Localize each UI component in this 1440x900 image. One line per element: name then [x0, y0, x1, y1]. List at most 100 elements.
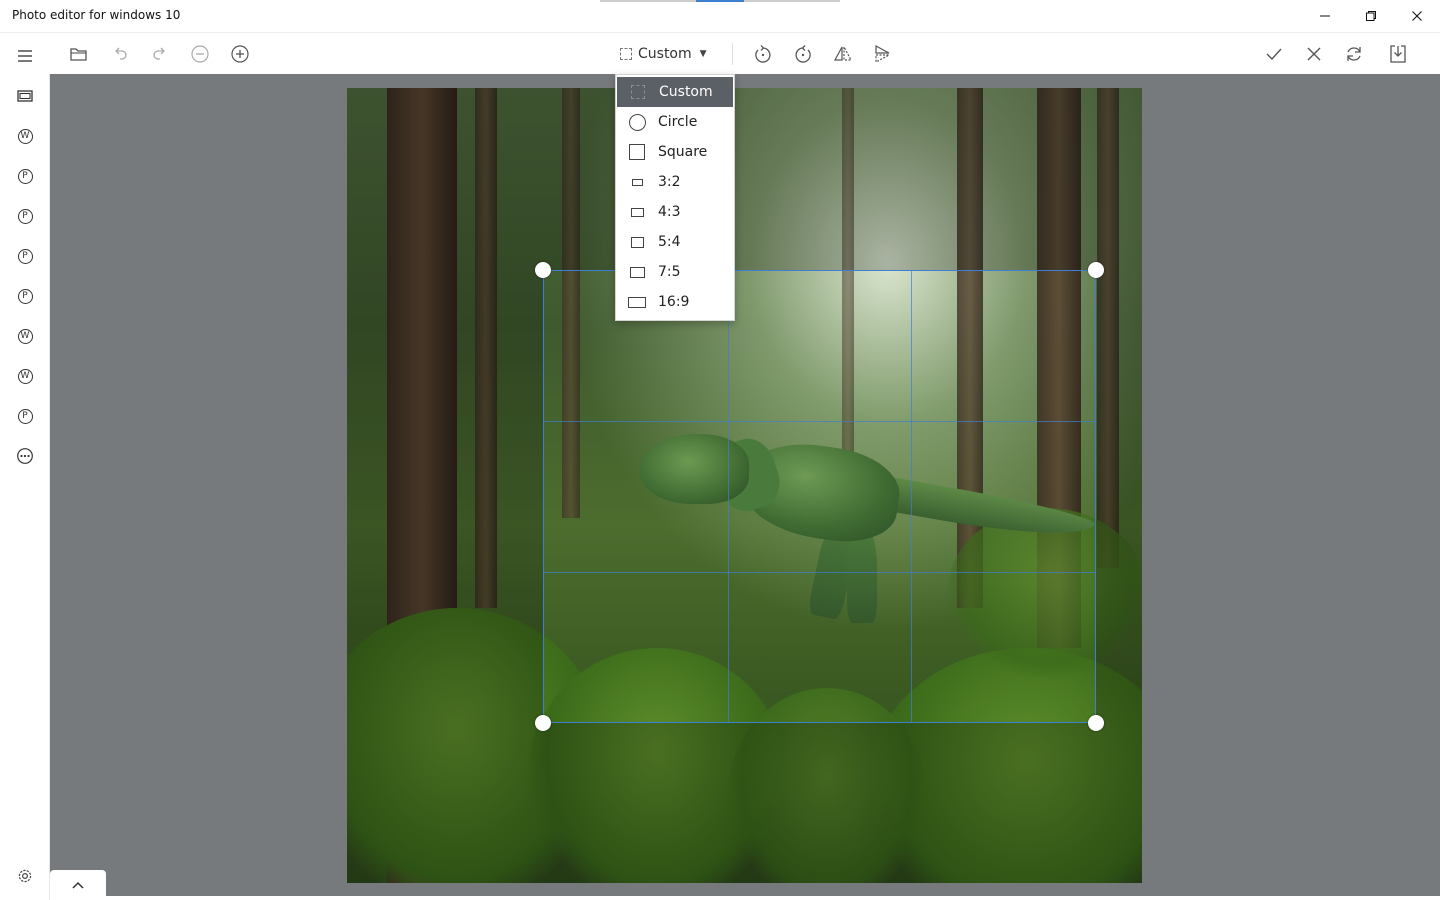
title-indicator: [744, 0, 840, 2]
crop-handle-top-right[interactable]: [1088, 262, 1104, 278]
rect-4-3-icon: [628, 203, 646, 221]
frames-button[interactable]: [13, 84, 37, 108]
restore-button[interactable]: [1348, 0, 1394, 32]
apply-check-icon: [1266, 48, 1282, 61]
rect-16-9-icon: [628, 293, 646, 311]
sidebar-item-w3[interactable]: W: [13, 364, 37, 388]
crop-grid-line: [911, 271, 913, 722]
crop-grid-line: [544, 421, 1095, 423]
close-icon: [1412, 11, 1422, 21]
rotate-right-icon: [795, 45, 811, 63]
close-window-button[interactable]: [1394, 0, 1440, 32]
ratio-option-label: 4:3: [658, 204, 681, 220]
ratio-option-7-5[interactable]: 7:5: [616, 257, 734, 287]
rotate-left-button[interactable]: [751, 42, 775, 66]
ratio-option-label: Square: [658, 144, 708, 160]
circle-p-icon: P: [17, 248, 33, 264]
dashed-square-icon: [629, 83, 647, 101]
crop-ratio-dropdown-button[interactable]: Custom ▼: [620, 43, 707, 65]
crop-ratio-menu: Custom Circle Square 3:2 4:3 5:4 7:5 16:…: [615, 74, 735, 321]
ratio-option-16-9[interactable]: 16:9: [616, 287, 734, 317]
sidebar-item-p3[interactable]: P: [13, 244, 37, 268]
crop-handle-top-left[interactable]: [535, 262, 551, 278]
circle-p-icon: P: [17, 208, 33, 224]
ratio-option-5-4[interactable]: 5:4: [616, 227, 734, 257]
crop-selection[interactable]: [543, 270, 1096, 723]
sidebar-item-w2[interactable]: W: [13, 324, 37, 348]
minimize-button[interactable]: [1302, 0, 1348, 32]
frames-icon: [17, 90, 33, 102]
save-button[interactable]: [1386, 42, 1410, 66]
cancel-button[interactable]: [1302, 42, 1326, 66]
image-canvas[interactable]: [50, 74, 1440, 896]
rotate-left-icon: [755, 45, 771, 63]
ratio-option-circle[interactable]: Circle: [616, 107, 734, 137]
flip-horizontal-button[interactable]: [831, 42, 855, 66]
rect-3-2-icon: [628, 173, 646, 191]
more-icon: [17, 448, 33, 464]
zoom-out-icon: [191, 45, 209, 63]
settings-button[interactable]: [13, 864, 37, 888]
window-title: Photo editor for windows 10: [12, 8, 181, 22]
circle-p-icon: P: [17, 288, 33, 304]
sidebar-item-p2[interactable]: P: [13, 204, 37, 228]
title-indicator-active: [696, 0, 744, 2]
restore-icon: [1366, 11, 1376, 21]
ratio-option-label: 7:5: [658, 264, 681, 280]
circle-icon: [628, 113, 646, 131]
dashed-selection-icon: [620, 48, 632, 60]
ratio-option-3-2[interactable]: 3:2: [616, 167, 734, 197]
chevron-up-icon: [72, 881, 84, 889]
zoom-out-button[interactable]: [188, 42, 212, 66]
title-indicator: [600, 0, 696, 2]
crop-dim-left: [347, 270, 543, 723]
ratio-option-custom[interactable]: Custom: [617, 77, 733, 107]
sidebar: W P P P P W W P: [0, 50, 50, 900]
settings-gear-icon: [18, 869, 32, 883]
toolbar: Custom ▼: [0, 32, 1440, 74]
ratio-option-square[interactable]: Square: [616, 137, 734, 167]
toolbar-divider: [732, 43, 733, 65]
sidebar-item-p4[interactable]: P: [13, 284, 37, 308]
rect-5-4-icon: [628, 233, 646, 251]
circle-w-icon: W: [17, 128, 33, 144]
sidebar-item-p5[interactable]: P: [13, 404, 37, 428]
crop-ratio-label: Custom: [638, 46, 692, 62]
crop-handle-bottom-right[interactable]: [1088, 715, 1104, 731]
undo-icon: [115, 47, 127, 60]
minimize-icon: [1320, 15, 1330, 17]
undo-button[interactable]: [108, 42, 132, 66]
circle-w-icon: W: [17, 328, 33, 344]
more-button[interactable]: [13, 444, 37, 468]
caret-down-icon: ▼: [699, 49, 707, 59]
bottom-strip: [50, 896, 1440, 900]
ratio-option-4-3[interactable]: 4:3: [616, 197, 734, 227]
sidebar-item-w1[interactable]: W: [13, 124, 37, 148]
sidebar-item-p1[interactable]: P: [13, 164, 37, 188]
zoom-in-button[interactable]: [228, 42, 252, 66]
redo-button[interactable]: [148, 42, 172, 66]
rect-7-5-icon: [628, 263, 646, 281]
open-file-button[interactable]: [67, 42, 91, 66]
apply-button[interactable]: [1262, 42, 1286, 66]
crop-dim-right: [1096, 270, 1142, 723]
title-bar: Photo editor for windows 10: [0, 0, 1440, 32]
flip-vertical-icon: [875, 44, 890, 64]
zoom-in-icon: [231, 45, 249, 63]
ratio-option-label: Custom: [659, 84, 713, 100]
circle-p-icon: P: [17, 408, 33, 424]
ratio-option-label: 3:2: [658, 174, 681, 190]
reset-button[interactable]: [1342, 42, 1366, 66]
menu-button[interactable]: [13, 44, 37, 68]
square-icon: [628, 143, 646, 161]
crop-dim-bottom: [347, 723, 1142, 883]
crop-handle-bottom-left[interactable]: [535, 715, 551, 731]
circle-w-icon: W: [17, 368, 33, 384]
circle-p-icon: P: [17, 168, 33, 184]
expand-panel-button[interactable]: [50, 870, 106, 900]
crop-dim-top: [347, 88, 1142, 270]
flip-vertical-button[interactable]: [871, 42, 895, 66]
redo-icon: [153, 47, 165, 60]
rotate-right-button[interactable]: [791, 42, 815, 66]
folder-open-icon: [70, 48, 87, 61]
